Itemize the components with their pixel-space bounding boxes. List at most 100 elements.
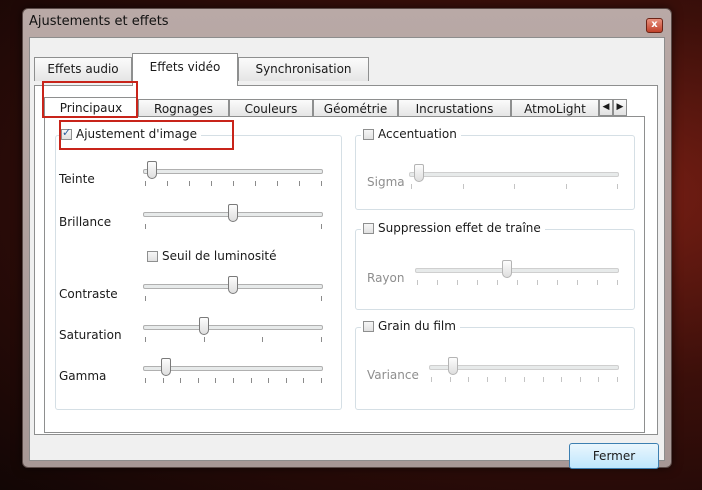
slider-tick: [233, 181, 234, 186]
slider-tick: [557, 280, 558, 285]
sigma-label: Sigma: [367, 175, 405, 189]
tab-geometrie[interactable]: Géométrie: [313, 99, 398, 116]
tab-synchronisation[interactable]: Synchronisation: [238, 57, 369, 81]
sharpen-label: Accentuation: [378, 127, 457, 141]
gamma-slider[interactable]: [143, 358, 323, 388]
brillance-label: Brillance: [59, 215, 112, 229]
slider-thumb[interactable]: [502, 260, 513, 278]
slider-tick: [477, 280, 478, 285]
sharpen-header: Accentuation: [361, 127, 461, 141]
tabs-scroll-left-icon[interactable]: ◀: [599, 99, 613, 116]
title-bar[interactable]: Ajustements et effets x: [23, 9, 671, 37]
slider-tick: [145, 337, 146, 342]
tab-atmolight[interactable]: AtmoLight: [511, 99, 599, 116]
adjustments-window: Ajustements et effets x Effets audio Eff…: [22, 8, 672, 469]
grain-header: Grain du film: [361, 319, 460, 333]
highlight-image-adjust: [59, 120, 234, 150]
slider-tick: [617, 280, 618, 285]
slider-tick: [524, 377, 525, 382]
slider-tick: [561, 377, 563, 382]
slider-thumb[interactable]: [447, 357, 458, 375]
tab-effets-audio[interactable]: Effets audio: [34, 57, 132, 81]
contraste-slider[interactable]: [143, 276, 323, 306]
slider-tick: [145, 224, 146, 229]
slider-tick: [250, 378, 252, 383]
slider-track: [415, 268, 619, 273]
close-button[interactable]: Fermer: [569, 443, 659, 469]
slider-tick: [215, 378, 217, 383]
slider-tick: [486, 377, 488, 382]
threshold-checkbox[interactable]: [147, 250, 158, 262]
slider-tick: [537, 280, 538, 285]
slider-tick: [189, 181, 190, 186]
trail-header: Suppression effet de traîne: [361, 221, 545, 235]
slider-tick: [255, 181, 256, 186]
saturation-slider[interactable]: [143, 317, 323, 347]
slider-thumb[interactable]: [413, 164, 424, 182]
highlight-principaux: [42, 81, 138, 118]
slider-tick: [180, 378, 182, 383]
saturation-label: Saturation: [59, 328, 122, 342]
slider-track: [143, 169, 323, 174]
window-title: Ajustements et effets: [29, 14, 169, 29]
slider-tick: [268, 378, 270, 383]
contraste-label: Contraste: [59, 287, 118, 301]
tab-effets-video[interactable]: Effets vidéo: [132, 53, 238, 86]
slider-tick: [449, 377, 451, 382]
slider-tick: [597, 280, 598, 285]
trail-checkbox[interactable]: [363, 222, 374, 234]
slider-thumb[interactable]: [228, 276, 238, 294]
slider-thumb[interactable]: [147, 161, 158, 179]
slider-tick: [617, 377, 618, 382]
slider-tick: [197, 378, 199, 383]
slider-tick: [303, 378, 305, 383]
slider-tick: [321, 181, 322, 186]
slider-tick: [299, 181, 300, 186]
slider-tick: [514, 184, 515, 189]
teinte-slider[interactable]: [143, 161, 323, 191]
variance-slider[interactable]: [429, 357, 619, 387]
slider-track: [409, 172, 619, 177]
slider-tick: [462, 184, 464, 189]
slider-tick: [497, 280, 498, 285]
tab-rognages[interactable]: Rognages: [138, 99, 229, 116]
sigma-slider[interactable]: [409, 164, 619, 194]
teinte-label: Teinte: [59, 172, 95, 186]
slider-tick: [233, 378, 234, 383]
trail-label: Suppression effet de traîne: [378, 221, 541, 235]
brillance-slider[interactable]: [143, 204, 323, 234]
rayon-label: Rayon: [367, 271, 405, 285]
slider-thumb[interactable]: [199, 317, 210, 335]
window-close-button[interactable]: x: [646, 18, 663, 33]
slider-tick: [598, 377, 600, 382]
grain-label: Grain du film: [378, 319, 456, 333]
tab-couleurs[interactable]: Couleurs: [229, 99, 313, 116]
rayon-slider[interactable]: [415, 260, 619, 290]
slider-tick: [411, 184, 412, 189]
slider-thumb[interactable]: [228, 204, 238, 222]
grain-checkbox[interactable]: [363, 320, 374, 332]
slider-tick: [417, 280, 418, 285]
threshold-label: Seuil de luminosité: [162, 249, 277, 263]
slider-tick: [211, 181, 212, 186]
slider-tick: [145, 378, 146, 383]
slider-tick: [505, 377, 507, 382]
slider-tick: [145, 181, 146, 186]
slider-tick: [162, 378, 164, 383]
tab-incrustations[interactable]: Incrustations: [398, 99, 511, 116]
slider-tick: [468, 377, 470, 382]
slider-tick: [285, 378, 287, 383]
slider-thumb[interactable]: [160, 358, 171, 376]
principaux-pane: Ajustement d'image Teinte Brillance Seui…: [44, 116, 645, 433]
slider-tick: [277, 181, 278, 186]
sharpen-checkbox[interactable]: [363, 128, 374, 140]
slider-tick: [203, 337, 205, 342]
slider-tick: [321, 337, 322, 342]
variance-label: Variance: [367, 368, 419, 382]
tabs-scroll-right-icon[interactable]: ▶: [613, 99, 627, 116]
slider-tick: [437, 280, 438, 285]
slider-tick: [145, 296, 146, 301]
slider-tick: [321, 378, 322, 383]
slider-tick: [167, 181, 168, 186]
slider-tick: [577, 280, 578, 285]
